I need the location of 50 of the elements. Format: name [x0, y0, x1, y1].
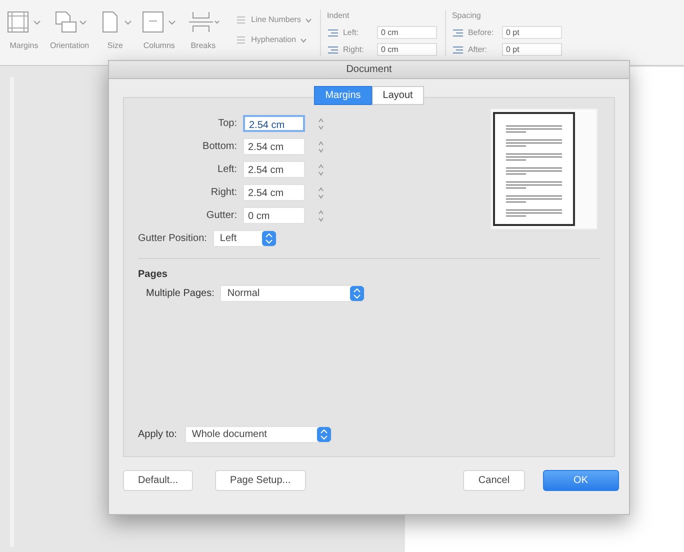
input-field[interactable]: 2.54 cm: [243, 161, 305, 178]
field-label: Top:: [217, 117, 238, 131]
field-label: Gutter Position:: [138, 232, 208, 246]
popup-arrows-icon: [262, 231, 276, 246]
field-label: Right:: [210, 186, 238, 200]
stepper-icon[interactable]: [317, 138, 325, 154]
stepper-icon[interactable]: [317, 162, 325, 178]
stepper-icon[interactable]: [317, 208, 325, 224]
stepper-icon[interactable]: [317, 184, 325, 200]
group-title: Indent: [326, 10, 350, 22]
input-field[interactable]: 2.54 cm: [243, 138, 305, 155]
caret-icon: [304, 18, 312, 22]
field-label: Left:: [342, 26, 360, 38]
field-label: Left:: [216, 163, 238, 177]
indent-icon: [326, 28, 339, 38]
columns-icon[interactable]: [141, 10, 178, 34]
dialog-button[interactable]: Page Setup...: [215, 470, 306, 491]
field-label: After:: [468, 44, 488, 56]
field-label: Gutter:: [205, 209, 238, 223]
input-field[interactable]: 0 cm: [376, 26, 437, 39]
field-label: Before:: [468, 26, 495, 38]
field-label: Bottom:: [202, 140, 238, 154]
dropdown[interactable]: Left: [212, 230, 277, 247]
popup-arrows-icon: [316, 427, 331, 442]
group-title: Spacing: [452, 10, 482, 22]
input-field[interactable]: 2.54 cm: [243, 115, 305, 132]
dialog-button[interactable]: Cancel: [463, 470, 525, 491]
format-icon: [235, 14, 248, 26]
section-heading: Pages: [138, 268, 168, 282]
stepper-icon[interactable]: [317, 116, 325, 132]
dialog-button[interactable]: Default...: [123, 470, 194, 491]
dropdown[interactable]: Whole document: [184, 426, 332, 443]
caret-icon: [300, 38, 308, 42]
input-field[interactable]: 0 cm: [376, 43, 437, 56]
field-label: Right:: [342, 44, 365, 56]
input-field[interactable]: 0 pt: [502, 43, 562, 56]
field-label: Apply to:: [138, 428, 177, 442]
dropdown[interactable]: Normal: [220, 285, 366, 302]
indent-icon: [326, 44, 339, 54]
field-label: Multiple Pages:: [146, 287, 214, 301]
input-field[interactable]: 2.54 cm: [243, 184, 305, 201]
margins-icon[interactable]: [6, 10, 42, 34]
format-icon: [235, 34, 248, 46]
popup-arrows-icon: [350, 286, 364, 301]
tab[interactable]: Layout: [372, 86, 424, 105]
spacing-icon: [452, 28, 464, 38]
input-field[interactable]: 0 cm: [243, 207, 305, 224]
window-title: Document: [109, 61, 629, 79]
spacing-icon: [452, 44, 464, 54]
input-field[interactable]: 0 pt: [502, 26, 562, 39]
